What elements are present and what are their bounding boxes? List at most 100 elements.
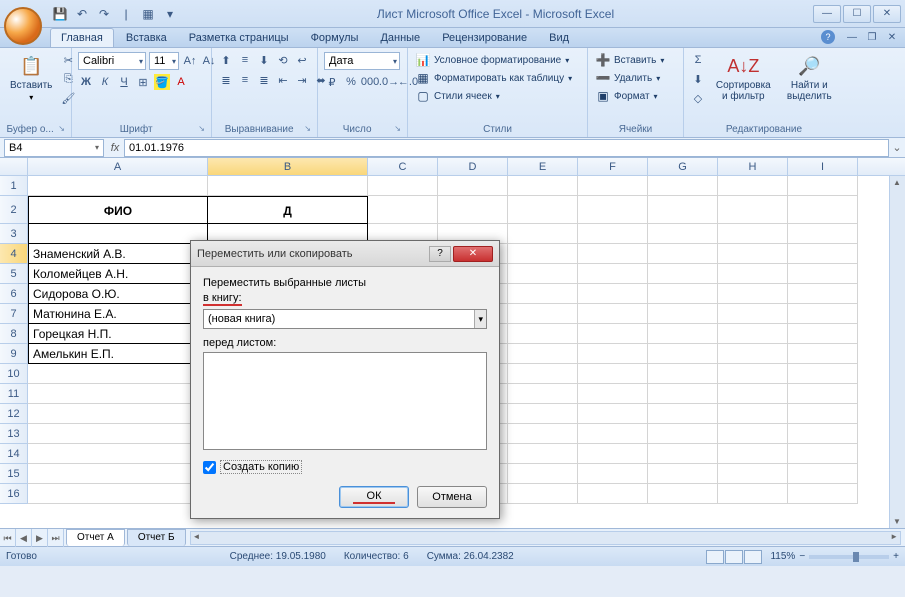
cell[interactable] (788, 304, 858, 324)
row-header[interactable]: 10 (0, 364, 28, 384)
row-header[interactable]: 8 (0, 324, 28, 344)
cell[interactable] (368, 176, 438, 196)
cell[interactable] (508, 244, 578, 264)
maximize-button[interactable]: ☐ (843, 5, 871, 23)
zoom-level[interactable]: 115% (770, 551, 795, 562)
cell[interactable] (718, 344, 788, 364)
cell[interactable] (648, 196, 718, 224)
sheet-nav-prev-icon[interactable]: ◀ (16, 529, 32, 547)
cell[interactable] (718, 284, 788, 304)
cell[interactable] (648, 264, 718, 284)
font-launcher-icon[interactable]: ↘ (198, 124, 205, 133)
wrap-text-icon[interactable]: ↩ (294, 52, 310, 68)
cell[interactable] (578, 324, 648, 344)
cell[interactable]: Сидорова О.Ю. (28, 284, 208, 304)
col-header-a[interactable]: A (28, 158, 208, 175)
cell[interactable] (648, 224, 718, 244)
close-window-button[interactable]: ✕ (873, 5, 901, 23)
inc-decimal-icon[interactable]: .0→ (381, 74, 397, 90)
cell[interactable] (788, 284, 858, 304)
office-button[interactable] (4, 7, 42, 45)
cell[interactable] (28, 384, 208, 404)
cell[interactable] (438, 196, 508, 224)
cell[interactable] (508, 364, 578, 384)
row-header[interactable]: 14 (0, 444, 28, 464)
cell[interactable] (648, 344, 718, 364)
paste-button[interactable]: 📋 Вставить ▾ (6, 52, 56, 104)
col-header-f[interactable]: F (578, 158, 648, 175)
col-header-g[interactable]: G (648, 158, 718, 175)
percent-icon[interactable]: % (343, 74, 359, 90)
tab-view[interactable]: Вид (539, 29, 579, 47)
cell-header-date[interactable]: Д (208, 196, 368, 224)
cell[interactable] (578, 176, 648, 196)
cell[interactable] (508, 484, 578, 504)
cell[interactable] (508, 344, 578, 364)
cell[interactable]: Знаменский А.В. (28, 244, 208, 264)
cell[interactable] (578, 404, 648, 424)
dialog-close-button[interactable]: ✕ (453, 246, 493, 262)
cell[interactable] (788, 176, 858, 196)
clear-icon[interactable]: ◇ (690, 90, 706, 106)
align-right-icon[interactable]: ≣ (256, 72, 272, 88)
cell[interactable] (718, 424, 788, 444)
minimize-button[interactable]: — (813, 5, 841, 23)
formula-input[interactable]: 01.01.1976 (124, 139, 889, 157)
cell[interactable] (788, 344, 858, 364)
cell[interactable] (718, 244, 788, 264)
underline-icon[interactable]: Ч (116, 74, 132, 90)
autosum-icon[interactable]: Σ (690, 52, 706, 68)
cell[interactable] (208, 176, 368, 196)
cell[interactable] (28, 464, 208, 484)
ok-button[interactable]: ОК (339, 486, 409, 508)
row-header[interactable]: 4 (0, 244, 28, 264)
tab-layout[interactable]: Разметка страницы (179, 29, 299, 47)
cell[interactable] (508, 304, 578, 324)
doc-restore-icon[interactable]: ❐ (865, 30, 879, 44)
col-header-e[interactable]: E (508, 158, 578, 175)
cell[interactable] (578, 444, 648, 464)
font-name-combo[interactable]: Calibri (78, 52, 146, 70)
doc-minimize-icon[interactable]: — (845, 30, 859, 44)
find-select-button[interactable]: 🔎 Найти и выделить (781, 52, 838, 104)
row-header[interactable]: 16 (0, 484, 28, 504)
cell-styles-button[interactable]: ▢Стили ячеек▾ (414, 88, 502, 104)
cell[interactable] (508, 196, 578, 224)
bold-icon[interactable]: Ж (78, 74, 94, 90)
grow-font-icon[interactable]: A↑ (182, 53, 198, 69)
col-header-h[interactable]: H (718, 158, 788, 175)
cell[interactable] (578, 224, 648, 244)
cell[interactable] (28, 364, 208, 384)
cell[interactable] (788, 464, 858, 484)
cell[interactable] (718, 464, 788, 484)
format-cells-button[interactable]: ▣Формат▾ (594, 88, 660, 104)
row-header[interactable]: 9 (0, 344, 28, 364)
format-as-table-button[interactable]: ▦Форматировать как таблицу▾ (414, 70, 574, 86)
number-format-combo[interactable]: Дата (324, 52, 400, 70)
cell[interactable] (578, 364, 648, 384)
cell[interactable] (648, 424, 718, 444)
cell[interactable] (788, 384, 858, 404)
zoom-in-icon[interactable]: + (893, 551, 899, 562)
cell[interactable] (508, 444, 578, 464)
cell[interactable] (788, 324, 858, 344)
zoom-slider[interactable] (809, 555, 889, 559)
dialog-titlebar[interactable]: Переместить или скопировать ? ✕ (191, 241, 499, 267)
row-header[interactable]: 2 (0, 196, 28, 224)
cell[interactable] (578, 244, 648, 264)
comma-icon[interactable]: 000 (362, 74, 378, 90)
cell[interactable] (508, 284, 578, 304)
cell[interactable] (508, 404, 578, 424)
sheet-nav-next-icon[interactable]: ▶ (32, 529, 48, 547)
sheet-tab-a[interactable]: Отчет А (66, 529, 125, 546)
help-icon[interactable]: ? (821, 30, 835, 44)
cell[interactable] (648, 176, 718, 196)
select-all-corner[interactable] (0, 158, 28, 175)
cell[interactable] (648, 364, 718, 384)
currency-icon[interactable]: ₽ (324, 74, 340, 90)
cell[interactable]: Матюнина Е.А. (28, 304, 208, 324)
view-layout-icon[interactable] (725, 550, 743, 564)
cell[interactable] (578, 304, 648, 324)
cell[interactable] (718, 324, 788, 344)
conditional-formatting-button[interactable]: 📊Условное форматирование▾ (414, 52, 571, 68)
